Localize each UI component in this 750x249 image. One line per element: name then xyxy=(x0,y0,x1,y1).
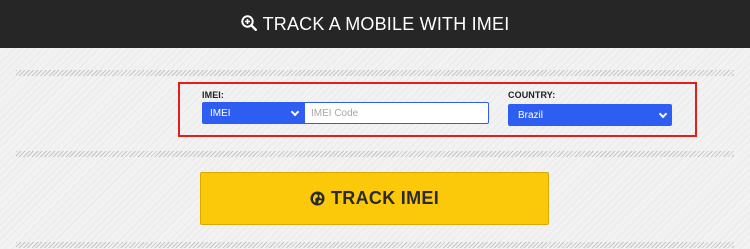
country-select[interactable]: Brazil xyxy=(508,104,672,126)
page-title: TRACK A MOBILE WITH IMEI xyxy=(262,13,510,34)
divider xyxy=(16,70,734,76)
page-header: TRACK A MOBILE WITH IMEI xyxy=(0,0,750,48)
track-imei-label: TRACK IMEI xyxy=(331,188,439,208)
divider xyxy=(16,242,734,248)
country-label: COUNTRY: xyxy=(508,90,556,100)
globe-icon xyxy=(310,191,325,206)
imei-label: IMEI: xyxy=(202,90,224,100)
track-imei-button[interactable]: TRACK IMEI xyxy=(200,172,549,225)
divider xyxy=(16,151,734,157)
country-value: Brazil xyxy=(518,109,544,121)
main-content: IMEI: COUNTRY: IMEI Brazil TRACK IMEI xyxy=(0,48,750,249)
zoom-search-icon xyxy=(240,15,257,31)
imei-type-value: IMEI xyxy=(210,107,231,119)
chevron-down-icon xyxy=(658,109,668,119)
chevron-down-icon xyxy=(290,107,300,117)
imei-type-select[interactable]: IMEI xyxy=(202,102,304,124)
imei-form: IMEI: COUNTRY: IMEI Brazil xyxy=(178,82,697,137)
imei-code-input[interactable] xyxy=(304,102,489,124)
